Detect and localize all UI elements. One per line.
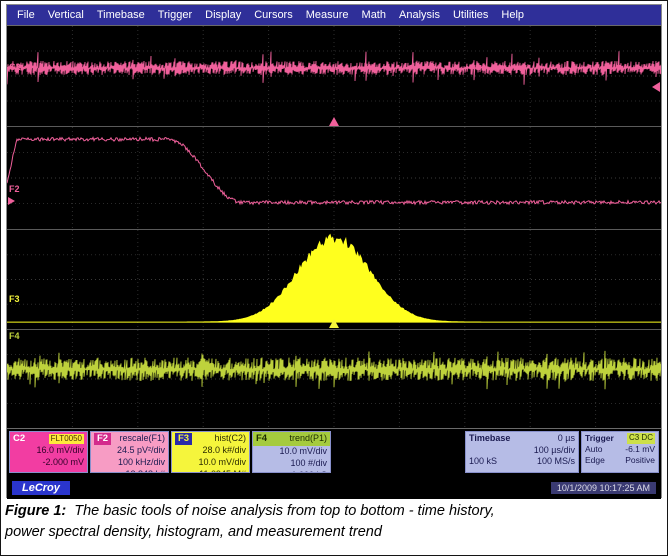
- menu-utilities[interactable]: Utilities: [453, 9, 488, 21]
- f2-descriptor-box[interactable]: F2 rescale(F1) 24.5 pV²/div 100 kHz/div …: [90, 431, 169, 473]
- timebase-sample-rate: 100 MS/s: [537, 456, 575, 468]
- f3-channel-id: F3: [175, 433, 192, 445]
- menu-bar: File Vertical Timebase Trigger Display C…: [7, 5, 661, 25]
- trigger-title: Trigger: [585, 433, 614, 444]
- f2-horizontal-scale: 100 kHz/div: [94, 457, 165, 469]
- trigger-source-badge: C3 DC: [627, 433, 655, 444]
- timebase-box[interactable]: Timebase 0 µs 100 µs/div 100 kS 100 MS/s: [465, 431, 579, 473]
- f3-vertical-scale: 28.0 k#/div: [175, 445, 246, 457]
- figure-container: File Vertical Timebase Trigger Display C…: [0, 0, 668, 556]
- panel-f2-power-spectral-density[interactable]: [7, 126, 661, 229]
- trigger-mode: Auto: [585, 444, 603, 455]
- timebase-samples: 100 kS: [469, 456, 497, 468]
- f2-channel-id: F2: [94, 433, 111, 445]
- f4-channel-id: F4: [256, 433, 267, 445]
- trigger-box[interactable]: Trigger C3 DC Auto -6.1 mV Edge Positive: [581, 431, 659, 473]
- panel-f4-trend[interactable]: [7, 329, 661, 428]
- trigger-time-marker[interactable]: [329, 117, 339, 126]
- c2-coupling-badge: FLT0050: [49, 434, 84, 444]
- panel-c2-time-history[interactable]: [7, 26, 661, 126]
- panel-f3-histogram[interactable]: [7, 229, 661, 329]
- timebase-scale: 100 µs/div: [534, 445, 575, 457]
- figure-caption-label: Figure 1:: [5, 503, 66, 519]
- f4-samples: 1.000 kS: [253, 470, 330, 473]
- descriptor-row: C2 FLT0050 16.0 mV/div -2.000 mV F2 resc…: [7, 429, 661, 476]
- status-bar: LeCroy 10/1/2009 10:17:25 AM: [7, 476, 661, 499]
- menu-vertical[interactable]: Vertical: [48, 9, 84, 21]
- figure-caption-line1: The basic tools of noise analysis from t…: [74, 503, 494, 519]
- c2-channel-id: C2: [13, 433, 25, 445]
- f2-zero-level-marker[interactable]: [8, 197, 15, 205]
- f4-descriptor-box[interactable]: F4 trend(P1) 10.0 mV/div 100 #/div 1.000…: [252, 431, 331, 473]
- f3-function-title: hist(C2): [214, 433, 246, 445]
- lecroy-logo: LeCroy: [12, 481, 70, 495]
- menu-trigger[interactable]: Trigger: [158, 9, 192, 21]
- figure-caption-line2: power spectral density, histogram, and m…: [5, 524, 382, 540]
- f4-function-title: trend(P1): [289, 433, 327, 445]
- timebase-delay: 0 µs: [558, 433, 575, 445]
- c2-vertical-scale: 16.0 mV/div: [13, 445, 84, 457]
- menu-math[interactable]: Math: [362, 9, 386, 21]
- f4-vertical-scale: 10.0 mV/div: [253, 446, 330, 458]
- menu-file[interactable]: File: [17, 9, 35, 21]
- figure-caption: Figure 1: The basic tools of noise analys…: [5, 501, 645, 543]
- menu-analysis[interactable]: Analysis: [399, 9, 440, 21]
- scope-display: C2 F2 F3 F4: [7, 25, 661, 429]
- f3-trace-label[interactable]: F3: [9, 294, 20, 304]
- c2-descriptor-box[interactable]: C2 FLT0050 16.0 mV/div -2.000 mV: [9, 431, 88, 473]
- menu-cursors[interactable]: Cursors: [254, 9, 293, 21]
- f2-vertical-scale: 24.5 pV²/div: [94, 445, 165, 457]
- menu-display[interactable]: Display: [205, 9, 241, 21]
- menu-measure[interactable]: Measure: [306, 9, 349, 21]
- f2-points: 12.848 k#: [94, 469, 165, 473]
- menu-help[interactable]: Help: [501, 9, 524, 21]
- c2-offset: -2.000 mV: [13, 457, 84, 469]
- f2-trace-label[interactable]: F2: [9, 184, 20, 194]
- timebase-title: Timebase: [469, 433, 510, 445]
- f3-descriptor-box[interactable]: F3 hist(C2) 28.0 k#/div 10.0 mV/div 11.0…: [171, 431, 250, 473]
- trigger-level: -6.1 mV: [625, 444, 655, 455]
- f4-trace-label[interactable]: F4: [9, 331, 20, 341]
- c2-trace-label[interactable]: C2: [9, 62, 21, 72]
- trigger-slope: Positive: [625, 455, 655, 466]
- clock-timestamp: 10/1/2009 10:17:25 AM: [551, 482, 656, 494]
- menu-timebase[interactable]: Timebase: [97, 9, 145, 21]
- trigger-level-marker[interactable]: [652, 82, 660, 92]
- oscilloscope-window: File Vertical Timebase Trigger Display C…: [6, 4, 662, 498]
- f3-horizontal-scale: 10.0 mV/div: [175, 457, 246, 469]
- trigger-type: Edge: [585, 455, 605, 466]
- f2-function-title: rescale(F1): [119, 433, 165, 445]
- histogram-center-marker[interactable]: [329, 319, 339, 328]
- f4-horizontal-scale: 100 #/div: [253, 458, 330, 470]
- f3-population: 11.0945 M#: [175, 469, 246, 473]
